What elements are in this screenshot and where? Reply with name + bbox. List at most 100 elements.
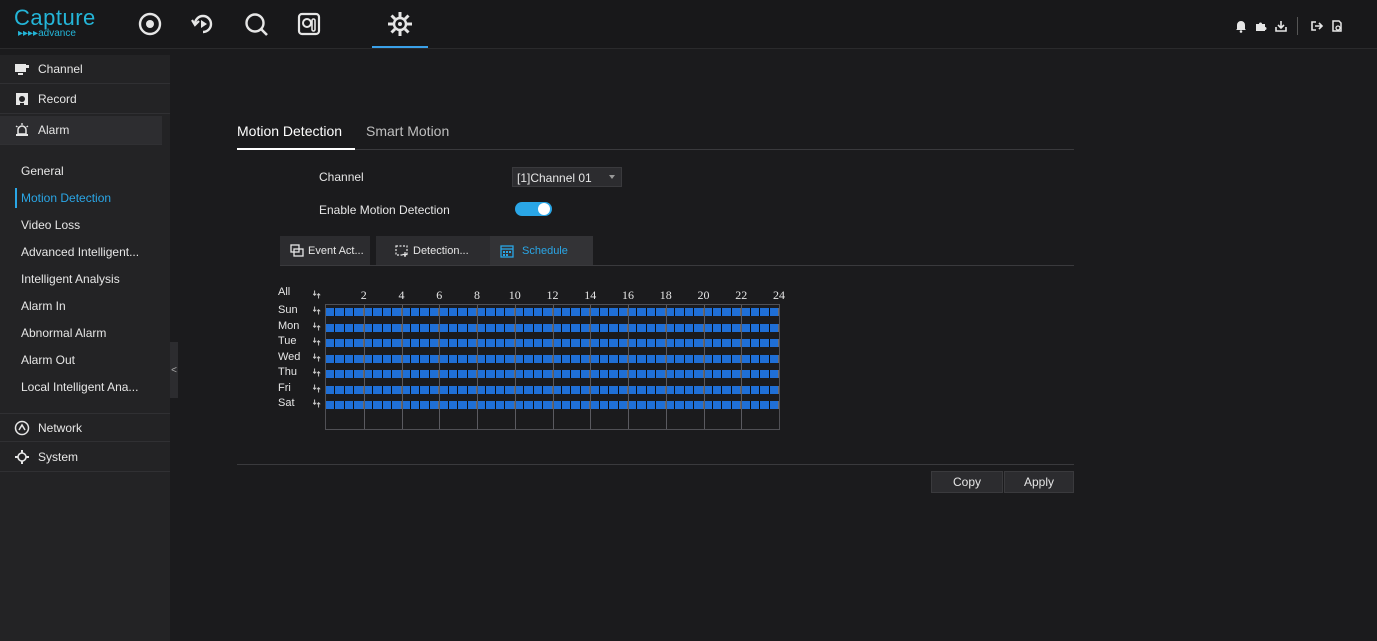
sidebar-group-alarm[interactable]: Alarm [0,116,162,145]
schedule-cell[interactable] [609,323,619,332]
schedule-cell[interactable] [326,308,336,316]
schedule-cell[interactable] [571,385,581,394]
schedule-cell[interactable] [382,370,393,378]
schedule-cell[interactable] [514,354,525,363]
schedule-cell[interactable] [571,354,581,363]
schedule-cell[interactable] [401,385,411,394]
schedule-cell[interactable] [609,354,619,363]
schedule-cell[interactable] [458,401,468,409]
schedule-cell[interactable] [618,370,628,378]
alarm-bell-icon[interactable] [1233,18,1249,34]
tab-motion-detection[interactable]: Motion Detection [237,123,342,139]
schedule-cell[interactable] [750,339,761,347]
schedule-cell[interactable] [543,370,553,378]
schedule-cell[interactable] [637,401,647,409]
logout-icon[interactable] [1309,18,1325,34]
schedule-cell[interactable] [495,339,506,347]
schedule-cell[interactable] [335,401,345,409]
schedule-cell[interactable] [571,401,581,409]
schedule-cell[interactable] [495,323,506,332]
schedule-cell[interactable] [486,354,496,363]
schedule-cell[interactable] [344,308,355,316]
schedule-cell[interactable] [467,308,477,316]
schedule-cell[interactable] [665,339,676,347]
schedule-cell[interactable] [760,339,770,347]
schedule-cell[interactable] [344,339,355,347]
schedule-cell[interactable] [326,401,336,409]
schedule-cell[interactable] [467,385,477,394]
schedule-cell[interactable] [760,385,770,394]
schedule-cell[interactable] [675,401,685,409]
schedule-cell[interactable] [420,354,430,363]
sidebar-item-alarm-out[interactable]: Alarm Out [0,347,170,373]
schedule-cell[interactable] [533,308,544,316]
schedule-grid[interactable] [325,304,780,430]
schedule-cell[interactable] [401,323,411,332]
schedule-cell[interactable] [439,385,449,394]
schedule-cell[interactable] [458,385,468,394]
schedule-cell[interactable] [580,323,591,332]
schedule-cell[interactable] [429,339,440,347]
schedule-cell[interactable] [410,339,421,347]
schedule-cell[interactable] [712,385,723,394]
schedule-cell[interactable] [712,354,723,363]
schedule-cell[interactable] [326,323,336,332]
schedule-cell[interactable] [524,308,534,316]
schedule-cell[interactable] [543,385,553,394]
schedule-cell[interactable] [561,401,572,409]
schedule-cell[interactable] [429,401,440,409]
schedule-cell[interactable] [524,401,534,409]
schedule-cell[interactable] [741,339,751,347]
schedule-cell[interactable] [609,370,619,378]
schedule-cell[interactable] [684,339,695,347]
schedule-cell[interactable] [580,308,591,316]
schedule-cell[interactable] [477,323,487,332]
schedule-cell[interactable] [477,354,487,363]
schedule-cell[interactable] [665,323,676,332]
subtab-detection-area[interactable]: Detection... [376,236,490,265]
schedule-cell[interactable] [477,339,487,347]
schedule-cell[interactable] [571,370,581,378]
schedule-cell[interactable] [561,370,572,378]
schedule-cell[interactable] [373,339,383,347]
schedule-cell[interactable] [731,385,742,394]
live-view-icon[interactable] [130,10,170,44]
schedule-cell[interactable] [382,339,393,347]
schedule-cell[interactable] [514,401,525,409]
schedule-cell[interactable] [703,339,713,347]
schedule-cell[interactable] [335,370,345,378]
schedule-cell[interactable] [382,385,393,394]
schedule-cell[interactable] [646,385,657,394]
schedule-cell[interactable] [618,323,628,332]
schedule-cell[interactable] [448,323,459,332]
schedule-cell[interactable] [382,323,393,332]
schedule-cell[interactable] [675,339,685,347]
schedule-cell[interactable] [373,385,383,394]
sidebar-group-network[interactable]: Network [0,413,170,442]
schedule-cell[interactable] [769,339,779,347]
schedule-cell[interactable] [750,401,761,409]
schedule-cell[interactable] [760,308,770,316]
schedule-cell[interactable] [458,323,468,332]
schedule-cell[interactable] [467,370,477,378]
schedule-cell[interactable] [741,401,751,409]
schedule-cell[interactable] [486,339,496,347]
schedule-cell[interactable] [458,370,468,378]
schedule-cell[interactable] [656,370,666,378]
schedule-cell[interactable] [703,370,713,378]
schedule-cell[interactable] [694,308,704,316]
schedule-cell[interactable] [694,339,704,347]
schedule-cell[interactable] [741,323,751,332]
schedule-cell[interactable] [703,385,713,394]
schedule-cell[interactable] [326,354,336,363]
schedule-cell[interactable] [420,370,430,378]
schedule-cell[interactable] [750,370,761,378]
info-icon[interactable] [1329,18,1345,34]
schedule-cell[interactable] [429,354,440,363]
schedule-cell[interactable] [552,370,562,378]
schedule-cell[interactable] [505,354,515,363]
schedule-cell[interactable] [392,354,402,363]
swap-icon[interactable] [312,366,322,379]
swap-icon[interactable] [312,351,322,364]
schedule-cell[interactable] [769,401,779,409]
